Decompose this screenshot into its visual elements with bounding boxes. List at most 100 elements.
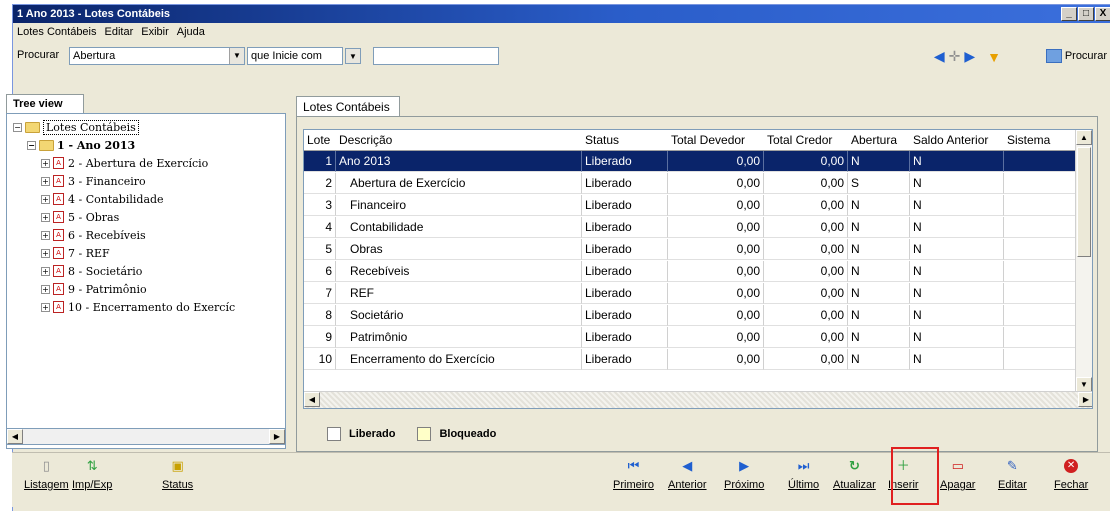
chevron-down-icon[interactable]: ▼: [229, 48, 244, 64]
chevron-down-icon[interactable]: ▼: [345, 48, 361, 64]
tree-item-label: 8 - Societário: [68, 264, 143, 278]
arrow-right-icon[interactable]: ▶: [964, 48, 975, 65]
table-row[interactable]: 1 Ano 2013 Liberado 0,00 0,00 N N: [304, 151, 1076, 172]
lote-icon: A: [53, 247, 64, 259]
table-cell: [1004, 261, 1076, 282]
search-mode-select[interactable]: que Inicie com ▼: [247, 47, 361, 65]
atualizar-button[interactable]: ↻ Atualizar: [833, 459, 876, 492]
filter-icon[interactable]: ▼: [987, 49, 1001, 65]
tree-item[interactable]: + A 10 - Encerramento do Exercíc: [41, 298, 235, 316]
menu-editar[interactable]: Editar: [105, 26, 134, 42]
table-cell: N: [910, 349, 1004, 370]
apagar-button[interactable]: ▭ Apagar: [940, 459, 975, 492]
fechar-button[interactable]: ✕ Fechar: [1054, 459, 1088, 491]
close-window-button[interactable]: X: [1095, 7, 1110, 21]
imp-exp-button[interactable]: ⇅ Imp/Exp: [72, 459, 112, 492]
tree-item[interactable]: + A 4 - Contabilidade: [41, 190, 164, 208]
table-cell: Liberado: [582, 195, 668, 216]
tree-item[interactable]: + A 5 - Obras: [41, 208, 119, 226]
table-cell: N: [848, 239, 910, 260]
tree-item-label: 4 - Contabilidade: [68, 192, 164, 206]
table-cell: Liberado: [582, 305, 668, 326]
anterior-button[interactable]: ◀ Anterior: [668, 459, 707, 492]
search-input[interactable]: [373, 47, 499, 65]
table-row[interactable]: 6 Recebíveis Liberado 0,00 0,00 N N: [304, 261, 1076, 282]
column-header[interactable]: Total Credor: [764, 130, 848, 151]
folder-icon: [39, 139, 54, 151]
move-icon[interactable]: ✛: [949, 48, 961, 65]
status-button[interactable]: ▣ Status: [162, 459, 193, 492]
column-header[interactable]: Total Devedor: [668, 130, 764, 151]
scroll-left-icon[interactable]: ◀: [304, 392, 320, 407]
expand-icon[interactable]: +: [41, 302, 50, 312]
scroll-right-icon[interactable]: ▶: [1078, 392, 1092, 407]
expand-icon[interactable]: +: [41, 212, 50, 222]
expand-icon[interactable]: +: [41, 284, 50, 294]
expand-icon[interactable]: +: [41, 230, 50, 240]
tab-tree-view[interactable]: Tree view: [6, 94, 84, 114]
tab-lotes-contabeis[interactable]: Lotes Contábeis: [296, 96, 400, 116]
table-cell: Abertura de Exercício: [336, 173, 582, 194]
tree-item[interactable]: + A 6 - Recebíveis: [41, 226, 146, 244]
scroll-up-icon[interactable]: ▲: [1076, 130, 1092, 145]
tree-horizontal-scrollbar[interactable]: ◀ ▶: [6, 428, 286, 445]
expand-icon[interactable]: +: [41, 266, 50, 276]
tree-year[interactable]: − 1 - Ano 2013: [27, 136, 135, 154]
search-button[interactable]: Procurar: [1045, 49, 1107, 63]
grid-vertical-scrollbar[interactable]: ▲ ▼: [1075, 130, 1092, 392]
menu-ajuda[interactable]: Ajuda: [177, 26, 205, 42]
table-row[interactable]: 3 Financeiro Liberado 0,00 0,00 N N: [304, 195, 1076, 216]
arrow-left-icon[interactable]: ◀: [934, 48, 945, 65]
column-header[interactable]: Sistema: [1004, 130, 1076, 151]
column-header[interactable]: Saldo Anterior: [910, 130, 1004, 151]
column-header[interactable]: Descrição: [336, 130, 582, 151]
proximo-button[interactable]: ▶ Próximo: [724, 459, 764, 492]
column-header[interactable]: Abertura: [848, 130, 910, 151]
tree-item[interactable]: + A 3 - Financeiro: [41, 172, 146, 190]
expand-icon[interactable]: +: [41, 248, 50, 258]
table-row[interactable]: 2 Abertura de Exercício Liberado 0,00 0,00 S N: [304, 173, 1076, 194]
editar-button[interactable]: ✎ Editar: [998, 459, 1027, 492]
table-row[interactable]: 9 Patrimônio Liberado 0,00 0,00 N N: [304, 327, 1076, 348]
expand-icon[interactable]: +: [41, 176, 50, 186]
column-header[interactable]: Lote: [304, 130, 336, 151]
bloqueado-swatch: [417, 427, 432, 441]
menu-lotes-contabeis[interactable]: Lotes Contábeis: [17, 26, 97, 42]
grid-horizontal-scrollbar[interactable]: ◀ ▶: [304, 391, 1092, 408]
scroll-right-icon[interactable]: ▶: [269, 429, 285, 444]
minimize-button[interactable]: _: [1061, 7, 1077, 21]
tree-root[interactable]: − Lotes Contábeis: [13, 118, 139, 136]
expand-icon[interactable]: +: [41, 194, 50, 204]
tree-item[interactable]: + A 9 - Patrimônio: [41, 280, 147, 298]
table-cell: Financeiro: [336, 195, 582, 216]
table-cell: 0,00: [764, 305, 848, 326]
primeiro-button[interactable]: ⏮ Primeiro: [613, 459, 654, 492]
table-cell: 7: [304, 283, 336, 304]
table-cell: 10: [304, 349, 336, 370]
table-row[interactable]: 8 Societário Liberado 0,00 0,00 N N: [304, 305, 1076, 326]
table-cell: Liberado: [582, 151, 668, 172]
collapse-icon[interactable]: −: [27, 140, 36, 150]
scroll-down-icon[interactable]: ▼: [1076, 377, 1092, 392]
table-row[interactable]: 5 Obras Liberado 0,00 0,00 N N: [304, 239, 1076, 260]
menu-exibir[interactable]: Exibir: [141, 26, 169, 42]
tree-item-label: 7 - REF: [68, 246, 110, 260]
scroll-thumb[interactable]: [1077, 147, 1091, 257]
folder-icon: [25, 121, 40, 133]
tree-item[interactable]: + A 7 - REF: [41, 244, 110, 262]
scroll-left-icon[interactable]: ◀: [7, 429, 23, 444]
table-row[interactable]: 7 REF Liberado 0,00 0,00 N N: [304, 283, 1076, 304]
ultimo-button[interactable]: ⏭ Último: [788, 459, 819, 492]
table-cell: N: [910, 151, 1004, 172]
table-cell: Patrimônio: [336, 327, 582, 348]
search-field-select[interactable]: Abertura ▼: [69, 47, 245, 65]
tree-item[interactable]: + A 2 - Abertura de Exercício: [41, 154, 208, 172]
tree-item[interactable]: + A 8 - Societário: [41, 262, 142, 280]
collapse-icon[interactable]: −: [13, 122, 22, 132]
maximize-button[interactable]: □: [1078, 7, 1094, 21]
listagem-button[interactable]: ▯ Listagem: [24, 459, 69, 492]
column-header[interactable]: Status: [582, 130, 668, 151]
table-row[interactable]: 10 Encerramento do Exercício Liberado 0,00 0…: [304, 349, 1076, 370]
table-row[interactable]: 4 Contabilidade Liberado 0,00 0,00 N N: [304, 217, 1076, 238]
expand-icon[interactable]: +: [41, 158, 50, 168]
